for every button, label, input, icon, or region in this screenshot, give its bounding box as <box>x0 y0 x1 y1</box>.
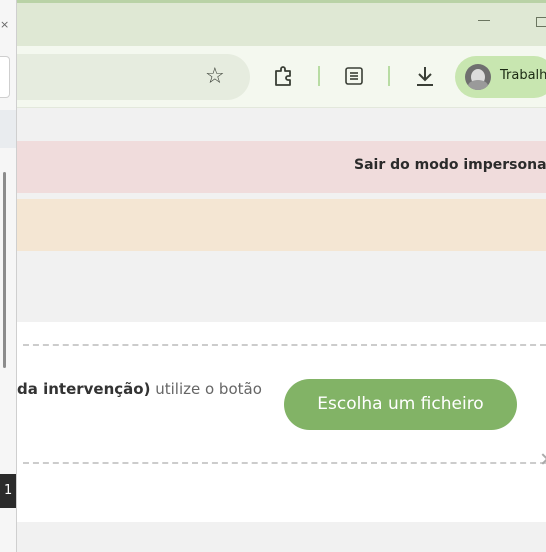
side-panel-row[interactable] <box>0 110 16 148</box>
upload-instructions-bold: da intervenção) <box>17 380 151 398</box>
maximize-icon[interactable] <box>536 17 546 27</box>
choose-file-button[interactable]: Escolha um ficheiro <box>284 379 517 430</box>
dropzone-border-top <box>23 344 546 346</box>
download-icon[interactable] <box>414 64 436 88</box>
window-titlebar <box>0 0 546 46</box>
dropzone-border-bottom <box>23 462 546 464</box>
profile-chip[interactable]: Trabalho <box>455 56 546 98</box>
browser-toolbar: ☆ Trabalho <box>0 46 546 108</box>
upload-instructions: da intervenção) utilize o botão <box>17 380 262 398</box>
address-bar[interactable]: ☆ <box>0 54 250 100</box>
upload-instructions-rest: utilize o botão <box>150 380 262 398</box>
reading-list-icon[interactable] <box>344 66 364 86</box>
exit-impersonation-link[interactable]: Sair do modo impersonar <box>354 157 546 173</box>
avatar <box>465 64 491 90</box>
minimize-icon[interactable] <box>478 9 492 29</box>
close-icon[interactable]: × <box>0 18 9 31</box>
side-panel-field[interactable] <box>0 56 10 98</box>
bookmark-star-icon[interactable]: ☆ <box>205 65 225 89</box>
side-panel-badge: 1 <box>0 474 16 508</box>
upload-card: da intervenção) utilize o botão Escolha … <box>17 322 546 522</box>
impersonation-banner: Sair do modo impersonar <box>17 141 546 193</box>
warning-banner <box>17 199 546 251</box>
puzzle-extensions-icon[interactable] <box>272 65 294 87</box>
toolbar-divider <box>318 66 320 86</box>
side-panel: × 1 <box>0 0 17 552</box>
side-panel-scrollbar[interactable] <box>3 172 6 368</box>
toolbar-divider <box>388 66 390 86</box>
profile-name: Trabalho <box>500 68 546 83</box>
